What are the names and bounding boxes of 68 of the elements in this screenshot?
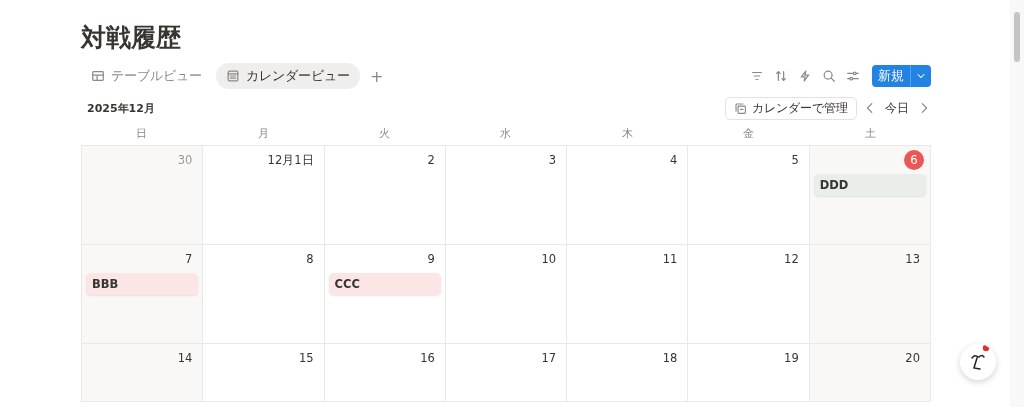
event-card[interactable]: DDD: [813, 174, 926, 196]
page-title: 対戦履歴: [81, 22, 182, 54]
day-cell[interactable]: 11: [567, 245, 689, 344]
filter-icon[interactable]: [750, 69, 764, 83]
today-button[interactable]: 今日: [883, 99, 911, 117]
weekday-label: 月: [256, 126, 270, 142]
date-number: 15: [298, 350, 315, 367]
weekday-label: 木: [620, 126, 634, 142]
day-cell[interactable]: 13: [809, 245, 931, 344]
view-tab[interactable]: テーブルビュー: [81, 63, 212, 89]
today-date-badge: 6: [904, 150, 924, 170]
date-number: 7: [184, 251, 194, 268]
date-number: 8: [306, 251, 315, 268]
month-label: 2025年12月: [86, 100, 155, 116]
date-number: 19: [784, 350, 800, 367]
add-view-button[interactable]: +: [364, 66, 390, 86]
day-cell[interactable]: 9 CCC: [324, 245, 446, 344]
day-cell[interactable]: 8: [203, 245, 325, 344]
date-number: 4: [670, 152, 679, 169]
sliders-icon[interactable]: [846, 69, 860, 83]
day-cell[interactable]: 15: [203, 344, 325, 402]
lightning-icon[interactable]: [798, 69, 812, 83]
date-number: 5: [791, 152, 800, 169]
date-number: 3: [548, 152, 558, 169]
weekday-label: 日: [135, 126, 149, 142]
table-icon: [91, 69, 105, 83]
sort-icon[interactable]: [774, 69, 788, 83]
weekday-label: 土: [863, 126, 877, 142]
date-number: 30: [177, 152, 194, 169]
day-cell[interactable]: 5: [688, 146, 810, 245]
date-number: 18: [662, 350, 679, 367]
day-cell[interactable]: 7 BBB: [82, 245, 204, 344]
day-cell[interactable]: 19: [688, 344, 810, 402]
day-cell[interactable]: 4: [567, 146, 689, 245]
date-number: 9: [427, 251, 436, 268]
weekday-label: 水: [499, 126, 513, 142]
event-card[interactable]: BBB: [86, 273, 199, 295]
day-cell[interactable]: 18: [567, 344, 689, 402]
day-cell[interactable]: 10: [445, 245, 568, 344]
date-number: 17: [541, 350, 558, 367]
view-tab[interactable]: カレンダービュー: [216, 63, 360, 89]
day-cell[interactable]: 12月1日: [203, 146, 325, 245]
date-number: 2: [427, 152, 436, 169]
date-number: 10: [541, 251, 558, 268]
new-button[interactable]: 新規: [872, 65, 931, 87]
event-card[interactable]: CCC: [328, 273, 441, 295]
date-number: 12月1日: [267, 152, 315, 169]
day-cell[interactable]: 16: [324, 344, 446, 402]
day-cell[interactable]: 2: [324, 146, 446, 245]
date-number: 20: [905, 350, 921, 367]
date-number: 14: [177, 350, 194, 367]
day-cell[interactable]: 3: [445, 146, 568, 245]
day-cell[interactable]: 17: [445, 344, 568, 402]
search-icon[interactable]: [822, 69, 836, 83]
day-cell[interactable]: 6 DDD: [809, 146, 931, 245]
calendar-stack-icon: [734, 101, 747, 115]
weekday-label: 火: [378, 126, 392, 142]
date-number: 12: [784, 251, 800, 268]
date-number: 11: [662, 251, 679, 268]
weekday-label: 金: [742, 126, 756, 142]
day-cell[interactable]: 20: [809, 344, 931, 402]
date-number: 13: [905, 251, 921, 268]
calendar-icon: [226, 69, 240, 83]
day-cell[interactable]: 12: [688, 245, 810, 344]
date-number: 16: [420, 350, 436, 367]
manage-button[interactable]: カレンダーで管理: [725, 96, 857, 120]
day-cell[interactable]: 14: [82, 344, 204, 402]
assistant-button[interactable]: [960, 344, 996, 380]
